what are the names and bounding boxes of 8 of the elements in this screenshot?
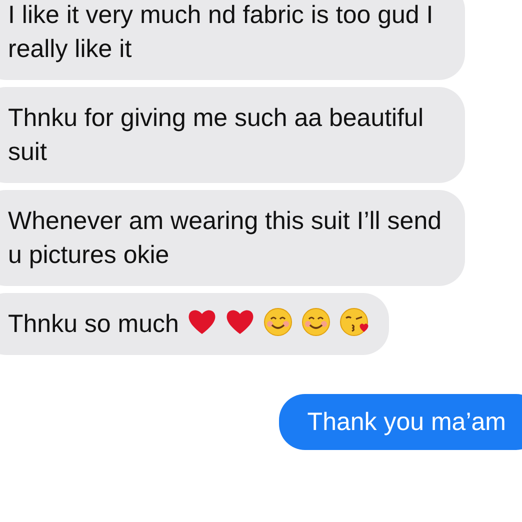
message-text: Thnku for giving me such aa beautiful suit: [8, 104, 424, 166]
smiling-face-icon: [300, 307, 331, 337]
smiling-face-icon: [262, 307, 293, 337]
message-text: Whenever am wearing this suit I’ll send u pictures okie: [8, 207, 442, 269]
message-text: I like it very much nd fabric is too gud I really like it: [8, 1, 434, 63]
message-text: Thank you ma’am: [307, 408, 506, 436]
message-text: Thnku so much: [8, 310, 179, 338]
kissing-face-icon: [338, 307, 369, 337]
